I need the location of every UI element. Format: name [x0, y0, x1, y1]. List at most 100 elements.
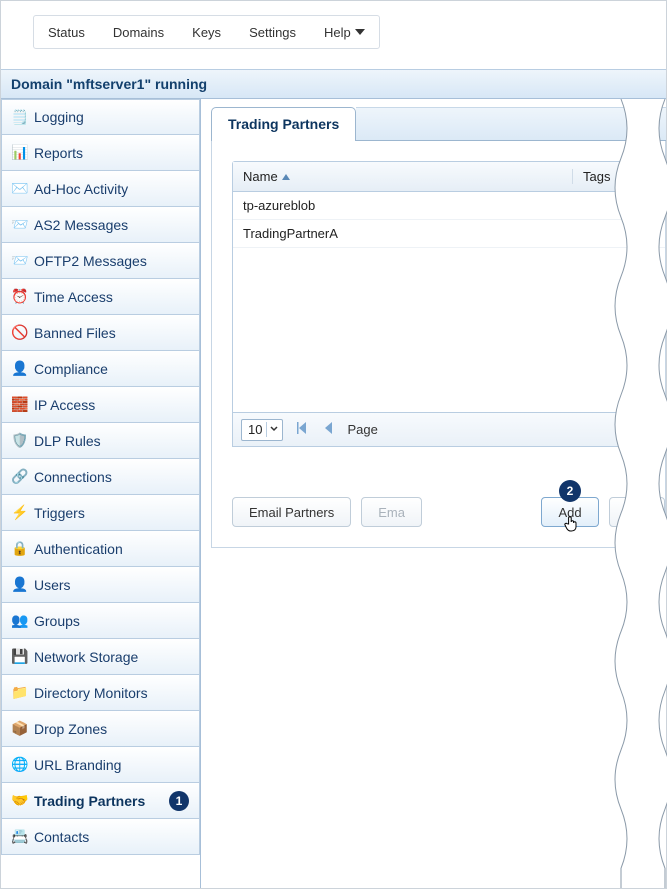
pagesize-value: 10 [248, 422, 262, 437]
main-pane: Trading Partners Name Tags tp- [201, 99, 666, 888]
ad-hoc-activity-icon: ✉️ [12, 181, 28, 197]
sidebar-item-label: Logging [34, 109, 84, 125]
pager-first-icon[interactable] [293, 422, 311, 437]
contacts-icon: 📇 [12, 829, 28, 845]
add-button[interactable]: 2 Add [541, 497, 598, 527]
ip-access-icon: 🧱 [12, 397, 28, 413]
pager-page-label: Page [347, 422, 377, 437]
nav-keys[interactable]: Keys [178, 16, 235, 48]
sidebar-item-network-storage[interactable]: 💾Network Storage [1, 639, 200, 675]
pager-prev-icon[interactable] [321, 422, 337, 437]
reports-icon: 📊 [12, 145, 28, 161]
sidebar-item-as2-messages[interactable]: 📨AS2 Messages [1, 207, 200, 243]
sidebar-item-label: Reports [34, 145, 83, 161]
sidebar-item-time-access[interactable]: ⏰Time Access [1, 279, 200, 315]
email-partners-label: Email Partners [249, 505, 334, 520]
logging-icon: 🗒️ [12, 109, 28, 125]
sidebar-item-logging[interactable]: 🗒️ Logging [1, 99, 200, 135]
top-nav: Status Domains Keys Settings Help [33, 15, 380, 49]
col-tags[interactable]: Tags [573, 169, 665, 184]
sidebar-item-label: Connections [34, 469, 112, 485]
oftp2-messages-icon: 📨 [12, 253, 28, 269]
sidebar-item-label: OFTP2 Messages [34, 253, 147, 269]
dlp-rules-icon: 🛡️ [12, 433, 28, 449]
email-button[interactable]: Ema [361, 497, 422, 527]
table-row[interactable]: tp-azureblob [233, 192, 665, 220]
compliance-icon: 👤 [12, 361, 28, 377]
col-name[interactable]: Name [233, 169, 573, 184]
sidebar-item-reports[interactable]: 📊 Reports [1, 135, 200, 171]
edit-button[interactable]: Edit [609, 497, 665, 527]
sidebar-item-label: Directory Monitors [34, 685, 148, 701]
banned-files-icon: 🚫 [12, 325, 28, 341]
sidebar-item-label: Groups [34, 613, 80, 629]
nav-domains[interactable]: Domains [99, 16, 178, 48]
col-name-label: Name [243, 169, 278, 184]
sidebar-item-label: Triggers [34, 505, 85, 521]
sidebar-item-groups[interactable]: 👥 Groups [1, 603, 200, 639]
sidebar-item-label: Compliance [34, 361, 108, 377]
pagesize-select[interactable]: 10 [241, 419, 283, 441]
sidebar-item-connections[interactable]: 🔗 Connections [1, 459, 200, 495]
nav-settings[interactable]: Settings [235, 16, 310, 48]
connections-icon: 🔗 [12, 469, 28, 485]
sidebar-item-users[interactable]: 👤 Users [1, 567, 200, 603]
tab-trading-partners[interactable]: Trading Partners [211, 107, 356, 141]
users-icon: 👤 [12, 577, 28, 593]
sidebar-item-url-branding[interactable]: 🌐 URL Branding [1, 747, 200, 783]
hand-cursor-icon [564, 515, 580, 536]
caret-down-icon [355, 29, 365, 35]
email-label: Ema [378, 505, 405, 520]
table-body: tp-azureblob TradingPartnerA [233, 192, 665, 412]
triggers-icon: ⚡ [12, 505, 28, 521]
sidebar-item-label: IP Access [34, 397, 95, 413]
sidebar-item-label: URL Branding [34, 757, 121, 773]
sidebar-item-triggers[interactable]: ⚡ Triggers [1, 495, 200, 531]
directory-monitors-icon: 📁 [12, 685, 28, 701]
sidebar-item-authentication[interactable]: 🔒Authentication [1, 531, 200, 567]
url-branding-icon: 🌐 [12, 757, 28, 773]
sidebar-item-ip-access[interactable]: 🧱 IP Access [1, 387, 200, 423]
sidebar: 🗒️ Logging 📊 Reports ✉️Ad-Hoc Activity📨AS2 M… [1, 99, 201, 888]
domain-status-text: Domain "mftserver1" running [11, 76, 207, 92]
cell-name: tp-azureblob [233, 198, 573, 213]
sidebar-item-trading-partners[interactable]: 🤝Trading Partners1 [1, 783, 200, 819]
table-row[interactable]: TradingPartnerA [233, 220, 665, 248]
sidebar-item-drop-zones[interactable]: 📦 Drop Zones [1, 711, 200, 747]
tab-strip-bg [356, 107, 666, 141]
tab-strip: Trading Partners [211, 107, 666, 141]
callout-2: 2 [559, 480, 581, 502]
sidebar-item-contacts[interactable]: 📇 Contacts [1, 819, 200, 855]
nav-help[interactable]: Help [310, 16, 379, 48]
partners-table: Name Tags tp-azureblob TradingPartnerA 10 [232, 161, 665, 447]
nav-keys-label: Keys [192, 25, 221, 40]
sidebar-item-directory-monitors[interactable]: 📁 Directory Monitors [1, 675, 200, 711]
sidebar-item-compliance[interactable]: 👤 Compliance [1, 351, 200, 387]
as2-messages-icon: 📨 [12, 217, 28, 233]
sidebar-item-label: Drop Zones [34, 721, 107, 737]
nav-status[interactable]: Status [34, 16, 99, 48]
nav-settings-label: Settings [249, 25, 296, 40]
authentication-icon: 🔒 [12, 541, 28, 557]
groups-icon: 👥 [12, 613, 28, 629]
cell-name: TradingPartnerA [233, 226, 573, 241]
col-tags-label: Tags [583, 169, 610, 184]
table-header: Name Tags [233, 162, 665, 192]
pager: 10 Page [233, 412, 665, 446]
trading-partners-icon: 🤝 [12, 793, 28, 809]
email-partners-button[interactable]: Email Partners [232, 497, 351, 527]
sidebar-item-label: DLP Rules [34, 433, 101, 449]
sidebar-item-label: Time Access [34, 289, 113, 305]
sidebar-item-banned-files[interactable]: 🚫 Banned Files [1, 315, 200, 351]
sidebar-item-label: Banned Files [34, 325, 116, 341]
drop-zones-icon: 📦 [12, 721, 28, 737]
sidebar-item-label: Users [34, 577, 71, 593]
domain-status-bar: Domain "mftserver1" running [1, 69, 666, 99]
sidebar-item-label: Contacts [34, 829, 89, 845]
callout-1: 1 [169, 791, 189, 811]
sidebar-item-oftp2-messages[interactable]: 📨 OFTP2 Messages [1, 243, 200, 279]
panel-body: Name Tags tp-azureblob TradingPartnerA 10 [211, 141, 666, 548]
sidebar-item-ad-hoc-activity[interactable]: ✉️Ad-Hoc Activity [1, 171, 200, 207]
sidebar-item-dlp-rules[interactable]: 🛡️ DLP Rules [1, 423, 200, 459]
nav-help-label: Help [324, 25, 351, 40]
